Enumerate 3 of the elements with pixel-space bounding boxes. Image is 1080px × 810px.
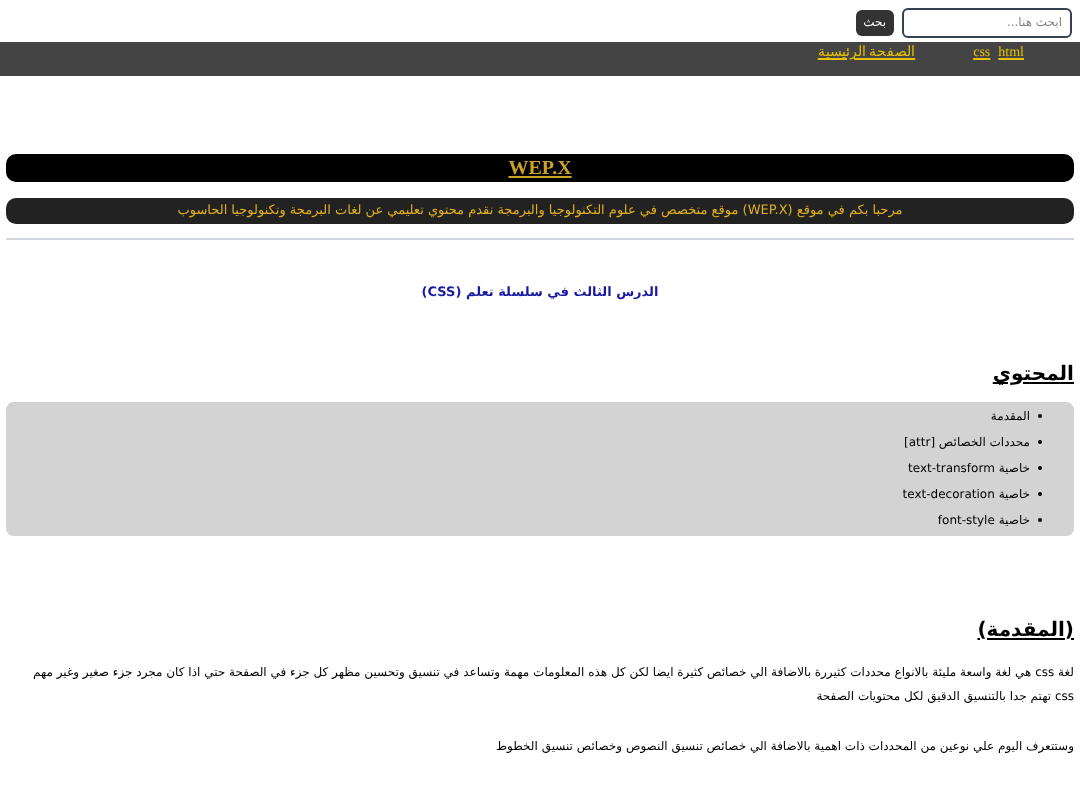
site-title: WEP.X (508, 155, 572, 183)
intro-heading: (المقدمة) (977, 617, 1074, 646)
contents-heading: المحتوي (992, 361, 1074, 390)
